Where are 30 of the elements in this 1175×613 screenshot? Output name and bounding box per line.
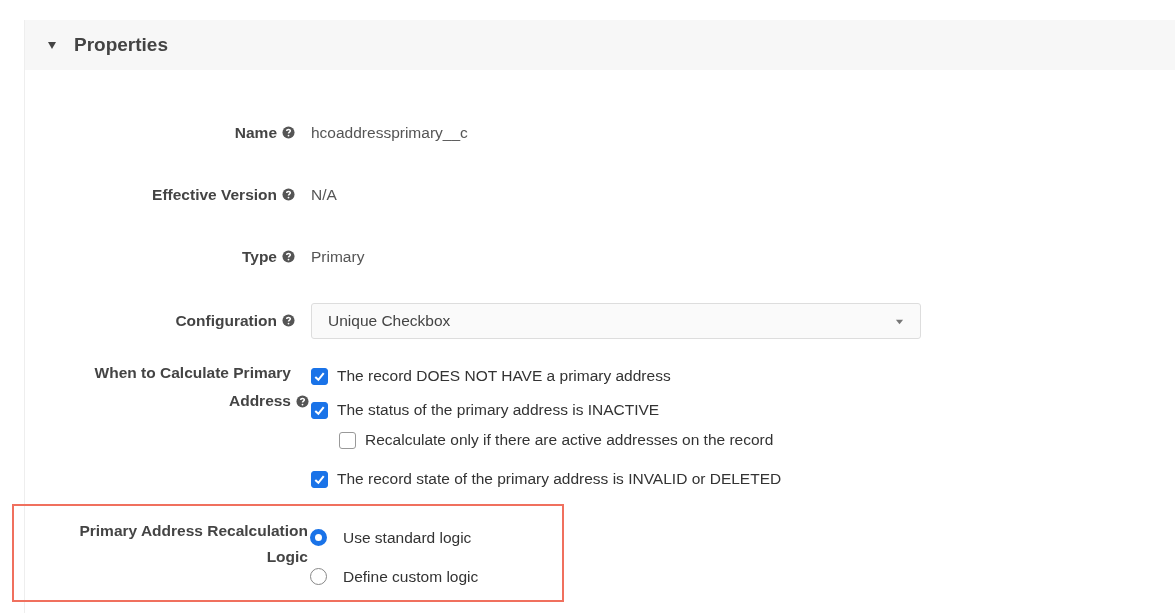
help-icon[interactable] — [296, 395, 309, 408]
caret-icon — [47, 40, 57, 50]
checkbox[interactable] — [311, 367, 328, 385]
field-label: Effective Version — [152, 186, 277, 203]
field-label: When to Calculate Primary Address — [93, 363, 291, 411]
configuration-dropdown[interactable]: Unique Checkbox — [311, 303, 921, 339]
field-label: Primary Address Recalculation Logic — [79, 522, 308, 565]
field-value: N/A — [311, 186, 337, 203]
checkbox[interactable] — [311, 470, 328, 488]
radio-button[interactable] — [310, 568, 327, 585]
option-label: Recalculate only if there are active addresses on the record — [365, 431, 774, 449]
section-title: Properties — [74, 34, 168, 56]
checkbox[interactable] — [311, 401, 328, 419]
option-label: The record state of the primary address is INVALID or DELETED — [337, 470, 782, 488]
checkbox[interactable] — [339, 431, 356, 449]
help-icon[interactable] — [282, 314, 295, 327]
field-value: hcoaddressprimary__c — [311, 124, 468, 141]
field-label: Name — [234, 124, 277, 141]
option-label: Use standard logic — [343, 528, 472, 547]
help-icon[interactable] — [282, 126, 295, 139]
option-label: Define custom logic — [343, 567, 479, 586]
field-label: Type — [241, 248, 277, 265]
field-label: Configuration — [175, 312, 277, 329]
section-header[interactable]: Properties — [25, 20, 1175, 70]
option-label: The status of the primary address is INACTIVE — [337, 401, 660, 419]
option-label: The record DOES NOT HAVE a primary address — [337, 367, 671, 385]
field-value: Primary — [311, 248, 365, 265]
help-icon[interactable] — [282, 188, 295, 201]
help-icon[interactable] — [282, 250, 295, 263]
radio-button[interactable] — [310, 529, 327, 546]
